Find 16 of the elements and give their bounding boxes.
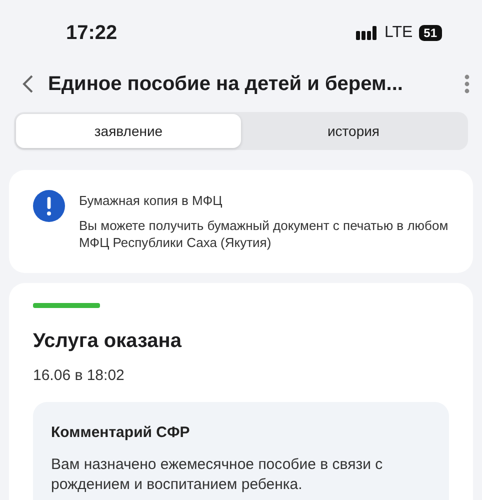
comment-title: Комментарий СФР (51, 424, 191, 441)
alert-icon (33, 190, 65, 222)
page-title: Единое пособие на детей и берем... (48, 72, 404, 96)
more-icon[interactable] (464, 74, 470, 94)
status-time: 17:22 (66, 22, 118, 44)
notice-title: Бумажная копия в МФЦ (79, 193, 224, 208)
back-icon[interactable] (22, 74, 34, 94)
notice-text: Вы можете получить бумажный документ с печатью в любом МФЦ Республики Саха (Якутия) (79, 218, 449, 252)
comment-text: Вам назначено ежемесячное пособие в связи с рождением и воспитанием ребенка. (51, 455, 384, 494)
status-title: Услуга оказана (33, 330, 183, 353)
tab[interactable]: история (241, 114, 466, 148)
tab[interactable]: заявление (16, 114, 241, 148)
battery-indicator: 51 (418, 25, 442, 41)
signal-icon (356, 26, 378, 40)
network-label: LTE (384, 24, 413, 42)
status-date: 16.06 в 18:02 (33, 367, 126, 384)
